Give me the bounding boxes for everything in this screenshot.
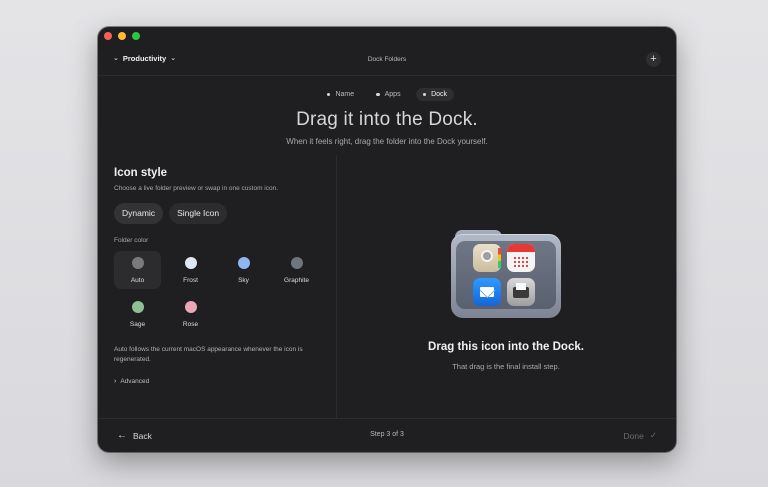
swatch-label: Graphite [284, 276, 309, 284]
contacts-icon [473, 244, 501, 272]
step-dot-icon [422, 92, 427, 97]
step-dot-icon [326, 92, 331, 97]
mode-dynamic-button[interactable]: Dynamic [114, 203, 164, 224]
minimize-window-button[interactable] [118, 32, 126, 40]
advanced-disclosure[interactable]: › Advanced [114, 378, 326, 385]
step-name[interactable]: Name [320, 88, 361, 101]
folder-color-label: Folder color [114, 237, 149, 244]
advanced-label: Advanced [120, 378, 150, 385]
step-apps[interactable]: Apps [369, 88, 407, 101]
drag-instruction-subtitle: That drag is the final install step. [452, 362, 560, 371]
swatch-label: Sage [129, 320, 146, 328]
swatch-sage[interactable]: Sage [114, 295, 161, 333]
done-button[interactable]: Done ✓ [624, 430, 657, 441]
color-dot-icon [290, 256, 303, 269]
swatch-label: Rose [182, 320, 199, 328]
step-label: Dock [431, 91, 448, 98]
footer-bar: ← Back Step 3 of 3 Done ✓ [98, 418, 676, 452]
folder-icon-preview[interactable] [451, 230, 561, 318]
page-title: Drag it into the Dock. [296, 109, 478, 130]
calendar-icon [507, 244, 535, 272]
swatch-auto[interactable]: Auto [114, 251, 161, 289]
page-subtitle: When it feels right, drag the folder int… [286, 137, 488, 146]
color-swatches: Auto Frost Sky Graphite Sage Rose [114, 251, 326, 333]
drag-instruction-title: Drag this icon into the Dock. [428, 341, 584, 353]
chevron-right-icon: › [114, 378, 117, 385]
color-dot-icon [131, 256, 144, 269]
panel-divider [336, 155, 337, 419]
done-label: Done [623, 430, 644, 441]
icon-mode-toggle: Dynamic Single Icon [114, 203, 326, 224]
swatch-rose[interactable]: Rose [167, 295, 214, 333]
add-button[interactable]: + [646, 52, 661, 67]
window-controls [104, 32, 140, 40]
color-dot-icon [184, 300, 197, 313]
step-dot-icon [376, 92, 380, 97]
color-dot-icon [237, 256, 250, 269]
printer-icon [507, 278, 535, 306]
toolbar: ⌄ Productivity ⌄ Dock Folders + [98, 46, 676, 76]
icon-style-description: Choose a live folder preview or swap in … [114, 185, 279, 192]
swatch-sky[interactable]: Sky [220, 251, 267, 289]
icon-style-panel: Icon style Choose a live folder preview … [114, 167, 326, 385]
icon-style-title: Icon style [114, 167, 168, 179]
zoom-window-button[interactable] [132, 32, 140, 40]
folder-inner [456, 241, 556, 309]
step-indicator: Name Apps Dock [98, 88, 676, 101]
step-label: Name [335, 91, 355, 98]
step-counter: Step 3 of 3 [370, 431, 404, 438]
swatch-label: Frost [183, 276, 198, 284]
swatch-frost[interactable]: Frost [167, 251, 214, 289]
color-dot-icon [184, 256, 197, 269]
mail-icon [473, 278, 501, 306]
app-window: ⌄ Productivity ⌄ Dock Folders + Name App… [98, 27, 676, 452]
swatch-label: Sky [238, 276, 249, 284]
swatch-graphite[interactable]: Graphite [273, 251, 320, 289]
step-label: Apps [384, 91, 401, 98]
checkmark-icon: ✓ [649, 430, 657, 440]
color-dot-icon [131, 300, 144, 313]
swatch-label: Auto [130, 276, 145, 284]
mode-single-icon-button[interactable]: Single Icon [169, 203, 228, 224]
step-dock[interactable]: Dock [415, 88, 455, 101]
auto-color-note: Auto follows the current macOS appearanc… [114, 346, 303, 363]
close-window-button[interactable] [104, 32, 112, 40]
window-title: Dock Folders [367, 56, 407, 63]
